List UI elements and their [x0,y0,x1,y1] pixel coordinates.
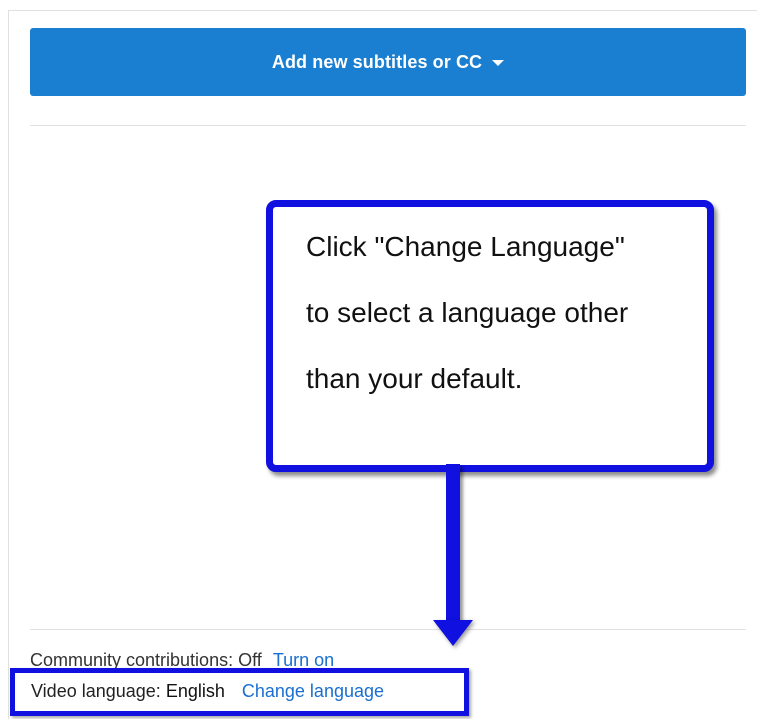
page: Add new subtitles or CC Community contri… [0,0,758,719]
caret-down-icon [492,60,505,66]
community-status: Off [238,650,262,670]
turn-on-link[interactable]: Turn on [273,650,334,670]
video-language-highlight: Video language: English Change language [10,668,469,716]
video-language-value: English [165,681,225,701]
change-language-link[interactable]: Change language [242,681,384,701]
divider [30,125,746,126]
add-subtitles-button[interactable]: Add new subtitles or CC [30,28,746,96]
arrow-down-icon [433,620,473,646]
callout-line: Click "Change Language" [306,231,625,262]
callout-line: to select a language other [306,297,629,328]
instruction-callout: Click "Change Language" to select a lang… [266,200,714,472]
video-language-row: Video language: English Change language [31,681,384,702]
divider [30,629,746,630]
add-subtitles-label: Add new subtitles or CC [271,51,483,72]
arrow-shaft [446,464,460,624]
callout-line: than your default. [306,363,523,394]
community-label: Community contributions: [30,650,234,670]
video-language-label: Video language: [31,681,161,701]
